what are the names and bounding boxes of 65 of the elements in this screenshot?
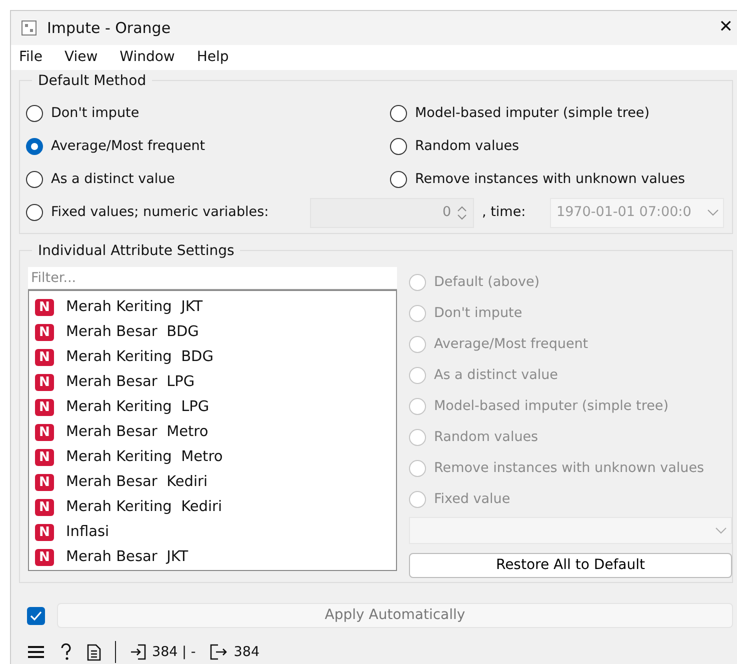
radio-button[interactable]	[26, 204, 43, 221]
radio-label: Remove instances with unknown values	[434, 459, 704, 478]
radio-button[interactable]	[26, 138, 43, 155]
app-icon	[21, 20, 37, 36]
radio-label: Don't impute	[51, 104, 140, 124]
spin-arrows-icon	[457, 204, 468, 220]
type-badge: N	[35, 549, 54, 566]
restore-defaults-button[interactable]: Restore All to Default	[409, 553, 732, 578]
chevron-down-icon	[715, 526, 727, 534]
variable-name[interactable]: Merah Keriting BDG	[66, 346, 214, 368]
input-icon	[130, 644, 146, 660]
type-badge: N	[35, 474, 54, 491]
type-badge: N	[35, 524, 54, 541]
radio-label: Model-based imputer (simple tree)	[415, 104, 650, 124]
menu-item[interactable]: Help	[194, 47, 241, 68]
variable-name[interactable]: Merah Besar Kediri	[66, 472, 208, 494]
radio-label: As a distinct value	[434, 366, 558, 386]
type-badge: N	[35, 449, 54, 466]
document-icon[interactable]	[87, 644, 101, 660]
radio-button[interactable]	[390, 138, 407, 155]
radio-label: Don't impute	[434, 304, 522, 324]
radio-label: Average/Most frequent	[51, 137, 206, 156]
radio-button[interactable]	[390, 105, 407, 122]
time-label: , time:	[482, 203, 527, 222]
radio-label: Fixed values; numeric variables:	[51, 203, 269, 222]
radio-button[interactable]	[26, 105, 43, 122]
radio-label: Default (above)	[434, 273, 540, 292]
radio-label: Random values	[415, 137, 520, 156]
type-badge: N	[35, 349, 54, 366]
menu-item[interactable]: View	[62, 47, 110, 68]
menu-item[interactable]: Window	[118, 47, 187, 68]
help-icon[interactable]	[59, 643, 73, 661]
menu-item[interactable]: File	[17, 47, 54, 68]
type-badge: N	[35, 299, 54, 316]
type-badge: N	[35, 324, 54, 341]
variable-name[interactable]: Merah Besar Metro	[66, 422, 208, 444]
type-badge: N	[35, 499, 54, 516]
input-count: 384 | -	[152, 642, 196, 662]
radio-button[interactable]	[390, 171, 407, 188]
chevron-down-icon	[707, 208, 720, 216]
type-badge: N	[35, 399, 54, 416]
variable-name[interactable]: Merah Keriting LPG	[66, 396, 210, 418]
radio-label: Fixed value	[434, 490, 510, 510]
menu-icon[interactable]	[27, 645, 45, 659]
radio-button[interactable]	[26, 171, 43, 188]
window-title: Impute - Orange	[47, 18, 172, 39]
output-count: 384	[234, 642, 260, 662]
variable-name[interactable]: Merah Besar JKT	[66, 546, 188, 568]
checkmark-icon	[30, 610, 42, 620]
radio-label: Remove instances with unknown values	[415, 170, 686, 190]
type-badge: N	[35, 424, 54, 441]
filter-field[interactable]: Filter...	[28, 267, 397, 290]
radio-label: Average/Most frequent	[434, 335, 588, 354]
radio-label: As a distinct value	[51, 170, 175, 190]
output-icon	[210, 644, 228, 660]
variable-name[interactable]: Merah Keriting JKT	[66, 296, 203, 318]
variable-name[interactable]: Merah Besar BDG	[66, 322, 199, 344]
variable-name[interactable]: Merah Keriting Metro	[66, 446, 223, 468]
variable-name[interactable]: Inflasi	[66, 522, 110, 544]
variable-name[interactable]: Merah Besar LPG	[66, 372, 195, 394]
radio-label: Model-based imputer (simple tree)	[434, 397, 668, 416]
close-button[interactable]: ✕	[718, 15, 737, 41]
type-badge: N	[35, 374, 54, 391]
variable-name[interactable]: Merah Keriting Kediri	[66, 496, 222, 518]
radio-label: Random values	[434, 428, 538, 448]
